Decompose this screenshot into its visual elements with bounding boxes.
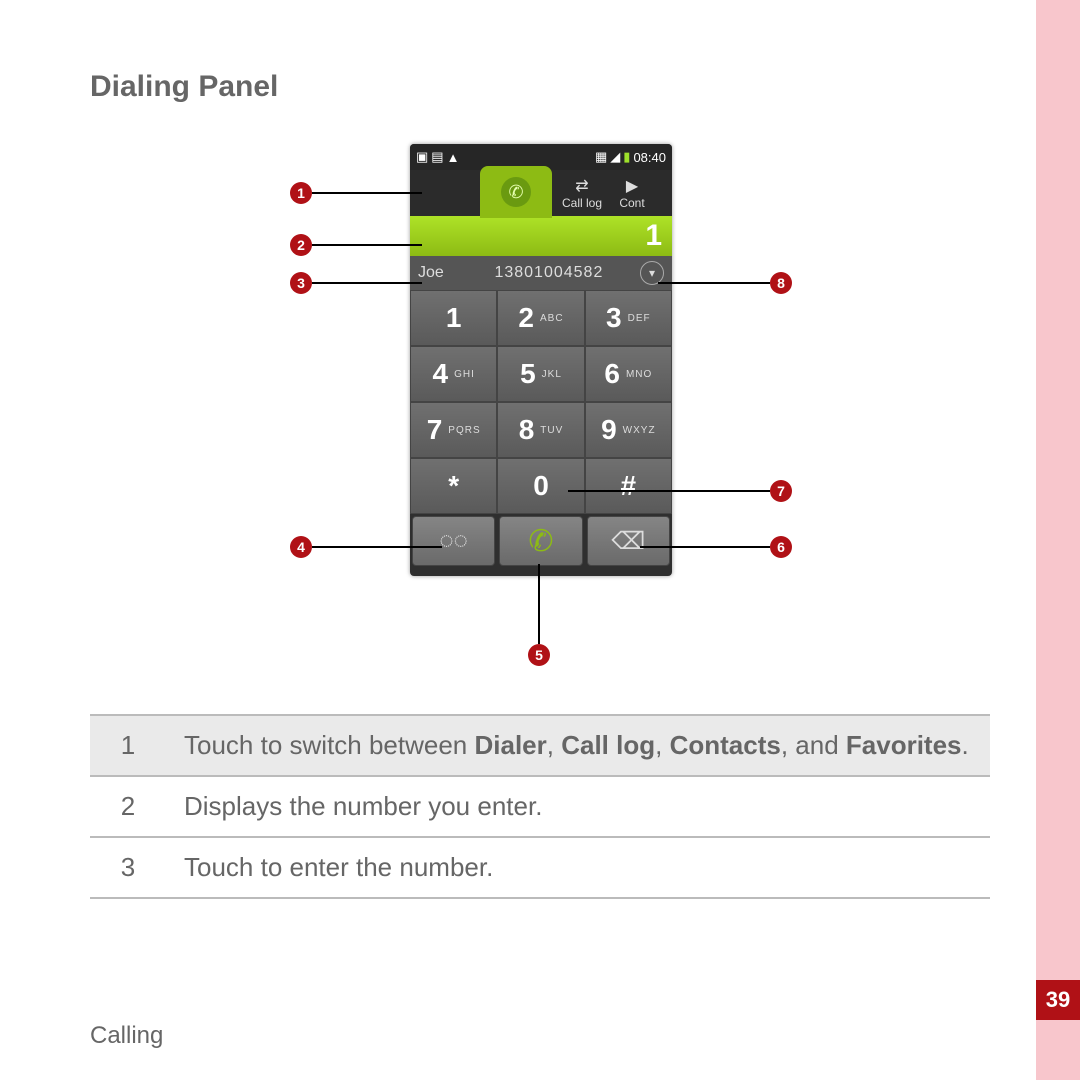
row-number: 3	[90, 837, 166, 898]
callout-5: 5	[528, 644, 550, 666]
callout-line	[658, 282, 770, 284]
table-row: 3 Touch to enter the number.	[90, 837, 990, 898]
key-6[interactable]: 6MNO	[585, 346, 672, 402]
figure: 1 2 3 4 5 6 7 8 ▣ ▤ ▲	[110, 144, 970, 684]
data-icon: ▦	[595, 149, 607, 165]
callout-4: 4	[290, 536, 312, 558]
keypad: 1 2ABC 3DEF 4GHI 5JKL 6MNO 7PQRS 8TUV 9W…	[410, 290, 672, 514]
callout-1: 1	[290, 182, 312, 204]
row-number: 2	[90, 776, 166, 837]
table-row: 2 Displays the number you enter.	[90, 776, 990, 837]
phone-screenshot: ▣ ▤ ▲ ▦ ◢ ▮ 08:40 ✆ ⇄ Call log	[410, 144, 672, 576]
contact-icon: ▶	[626, 176, 638, 196]
callout-line	[312, 244, 422, 246]
signal-icon: ◢	[610, 149, 620, 165]
status-icons-right: ▦ ◢ ▮ 08:40	[595, 149, 666, 165]
status-icons-left: ▣ ▤ ▲	[416, 149, 459, 165]
tab-bar[interactable]: ✆ ⇄ Call log ▶ Cont	[410, 170, 672, 216]
backspace-icon: ⌫	[611, 527, 645, 556]
key-3[interactable]: 3DEF	[585, 290, 672, 346]
tab-label: Cont	[619, 196, 644, 210]
row-text: Touch to switch between Dialer, Call log…	[166, 715, 990, 776]
callout-2: 2	[290, 234, 312, 256]
key-8[interactable]: 8TUV	[497, 402, 584, 458]
warning-icon: ▲	[447, 150, 460, 165]
footer-section: Calling	[90, 1022, 163, 1050]
callout-line	[312, 192, 422, 194]
callout-line	[568, 490, 770, 492]
page: Dialing Panel 1 2 3 4 5 6 7 8 ▣ ▤ ▲	[0, 0, 1080, 1080]
table-row: 1 Touch to switch between Dialer, Call l…	[90, 715, 990, 776]
key-hash[interactable]: #	[585, 458, 672, 514]
call-button[interactable]: ✆	[499, 516, 582, 566]
row-text: Displays the number you enter.	[166, 776, 990, 837]
callout-line	[312, 546, 442, 548]
voicemail-icon: ◌◌	[439, 527, 468, 555]
tab-label: Call log	[562, 196, 602, 210]
sim-icon: ▣	[416, 149, 428, 165]
sd-icon: ▤	[431, 149, 443, 165]
clock: 08:40	[633, 150, 666, 165]
tab-contacts[interactable]: ▶ Cont	[612, 170, 652, 216]
arrows-icon: ⇄	[575, 176, 588, 196]
row-text: Touch to enter the number.	[166, 837, 990, 898]
suggestion-name: Joe	[418, 264, 444, 282]
callout-line	[312, 282, 422, 284]
key-7[interactable]: 7PQRS	[410, 402, 497, 458]
callout-8: 8	[770, 272, 792, 294]
suggestion-row[interactable]: Joe 13801004582 ▾	[410, 256, 672, 290]
callout-6: 6	[770, 536, 792, 558]
key-star[interactable]: *	[410, 458, 497, 514]
key-0[interactable]: 0	[497, 458, 584, 514]
key-2[interactable]: 2ABC	[497, 290, 584, 346]
callout-7: 7	[770, 480, 792, 502]
backspace-button[interactable]: ⌫	[587, 516, 670, 566]
description-table: 1 Touch to switch between Dialer, Call l…	[90, 714, 990, 899]
key-1[interactable]: 1	[410, 290, 497, 346]
tab-call-log[interactable]: ⇄ Call log	[552, 170, 612, 216]
callout-line	[640, 546, 770, 548]
battery-icon: ▮	[623, 149, 630, 165]
callout-3: 3	[290, 272, 312, 294]
phone-icon: ✆	[501, 177, 531, 207]
callout-line	[538, 564, 540, 644]
voicemail-button[interactable]: ◌◌	[412, 516, 495, 566]
tab-dialer[interactable]: ✆	[480, 166, 552, 218]
key-4[interactable]: 4GHI	[410, 346, 497, 402]
action-row: ◌◌ ✆ ⌫	[410, 514, 672, 568]
number-display: 1	[410, 216, 672, 256]
key-5[interactable]: 5JKL	[497, 346, 584, 402]
call-icon: ✆	[528, 524, 553, 559]
row-number: 1	[90, 715, 166, 776]
key-9[interactable]: 9WXYZ	[585, 402, 672, 458]
section-title: Dialing Panel	[90, 70, 990, 104]
suggestion-number: 13801004582	[458, 264, 640, 282]
